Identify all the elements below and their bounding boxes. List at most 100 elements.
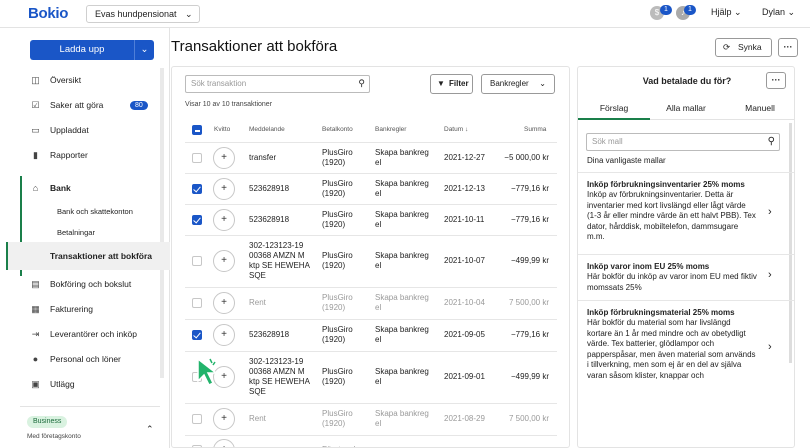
company-selector[interactable]: Evas hundpensionat ⌄: [86, 5, 200, 23]
row-checkbox[interactable]: [192, 330, 202, 340]
row-message: Rent: [249, 298, 266, 307]
sidebar-item-payroll[interactable]: ● Personal och löner: [0, 349, 160, 369]
sidebar-item-suppliers[interactable]: ⇥ Leverantörer och inköp: [0, 324, 160, 344]
user-menu[interactable]: Dylan ⌄: [762, 7, 795, 18]
chevron-down-icon: ⌄: [185, 9, 193, 19]
bank-rules-button[interactable]: Bankregler ⌄: [481, 74, 555, 94]
add-receipt-button[interactable]: +: [213, 250, 235, 272]
row-amount: 7 500,00 kr: [508, 298, 549, 307]
row-checkbox[interactable]: [192, 183, 202, 194]
sidebar-item-label: Översikt: [50, 75, 82, 85]
sidebar-item-label: Fakturering: [50, 304, 93, 314]
row-account: PlusGiro (1920): [322, 325, 353, 344]
sidebar-item-bank[interactable]: ⌂ Bank: [0, 178, 160, 198]
row-bankrule: Skapa bankreg el: [375, 367, 429, 386]
chevron-down-icon: ⌄: [539, 79, 546, 88]
tab-suggestions[interactable]: Förslag: [578, 96, 650, 120]
tab-manual[interactable]: Manuell: [724, 96, 794, 120]
help-menu[interactable]: Hjälp ⌄: [711, 7, 742, 18]
header-bankrules: Bankregler: [375, 126, 407, 133]
row-message: 302-123123-19 00368 AMZN Mktp SE HEWEHA SQ…: [249, 241, 310, 280]
bar-chart-icon: ▮: [33, 150, 38, 160]
transaction-search-input[interactable]: Sök transaktion ⚲: [185, 75, 370, 93]
row-account: PlusGiro (1920): [322, 209, 353, 229]
row-amount: −779,16 kr: [510, 330, 549, 339]
tab-all-templates[interactable]: Alla mallar: [650, 96, 722, 120]
template-description: Här bokför du inköp av varor inom EU med…: [587, 272, 757, 292]
sidebar-subitem-payments[interactable]: Betalningar: [57, 225, 95, 241]
upload-button[interactable]: Ladda upp ⌄: [30, 40, 154, 60]
row-message: transfer: [249, 152, 277, 162]
template-search-input[interactable]: Sök mall ⚲: [586, 133, 780, 151]
overview-icon: ◫: [31, 75, 40, 85]
folder-icon: ▭: [31, 125, 40, 135]
template-item[interactable]: Inköp förbrukningsmaterial 25% moms Här …: [578, 300, 794, 447]
more-options-button[interactable]: ···: [778, 38, 798, 57]
chevron-right-icon: ›: [768, 269, 772, 281]
add-receipt-button[interactable]: +: [213, 146, 235, 169]
invoice-icon: ▦: [31, 304, 40, 314]
sidebar-subitem-bank-accounts[interactable]: Bank och skattekonton: [57, 204, 133, 220]
row-checkbox[interactable]: [192, 298, 202, 308]
row-date: 2021-08-29: [444, 414, 485, 423]
sidebar-item-overview[interactable]: ◫ Översikt: [0, 70, 160, 90]
add-receipt-button[interactable]: +: [213, 324, 235, 346]
sidebar-item-expenses[interactable]: ▣ Utlägg: [0, 374, 160, 394]
template-item[interactable]: Inköp förbrukningsinventarier 25% moms I…: [578, 172, 794, 254]
template-description: Inköp av förbrukningsinventarier. Detta …: [587, 190, 756, 241]
sidebar-scrollbar[interactable]: [160, 68, 164, 378]
notification-badge: 1: [660, 5, 672, 15]
sidebar-item-invoicing[interactable]: ▦ Fakturering: [0, 299, 160, 319]
chevron-up-icon[interactable]: ⌃: [146, 424, 154, 435]
chevron-right-icon: ›: [768, 341, 772, 353]
row-bankrule: Skapa bankreg el: [375, 409, 429, 428]
row-checkbox[interactable]: [192, 214, 202, 225]
row-date: 2021-09-01: [444, 372, 485, 381]
template-title: Inköp varor inom EU 25% moms: [587, 262, 710, 271]
row-message: 302-123123-19 00368 AMZN Mktp SE HEWEHA SQ…: [249, 357, 310, 396]
bokio-logo[interactable]: Bokio: [28, 5, 68, 22]
sidebar-item-todo[interactable]: ☑ Saker att göra 80: [0, 95, 160, 115]
add-receipt-button[interactable]: +: [213, 408, 235, 430]
add-receipt-button[interactable]: +: [213, 208, 235, 231]
sidebar-item-bookkeeping[interactable]: ▤ Bokföring och bokslut: [0, 274, 160, 294]
template-search-placeholder: Sök mall: [592, 137, 623, 146]
filter-icon: ▼: [437, 79, 445, 88]
company-name: Evas hundpensionat: [95, 9, 177, 19]
row-account: PlusGiro (1920): [322, 251, 353, 270]
row-checkbox[interactable]: [192, 256, 202, 266]
sidebar-subitem-transactions[interactable]: Transaktioner att bokföra: [50, 248, 152, 264]
chevron-right-icon: ›: [768, 206, 772, 218]
template-panel-title: Vad betalade du för?: [642, 76, 732, 86]
sidebar-item-reports[interactable]: ▮ Rapporter: [0, 145, 160, 165]
row-checkbox[interactable]: [192, 152, 202, 163]
row-divider: [185, 173, 557, 174]
upload-dropdown-chevron-icon[interactable]: ⌄: [134, 40, 154, 60]
sync-label: Synka: [738, 42, 762, 52]
header-date[interactable]: Datum ↓: [444, 126, 468, 133]
row-account: PlusGiro (1920): [322, 409, 353, 428]
sidebar-item-label: Saker att göra: [50, 100, 104, 110]
row-date: 2021-12-13: [444, 183, 485, 193]
row-divider: [185, 235, 557, 236]
sync-button[interactable]: ⟳ Synka: [715, 38, 772, 57]
row-message: 523628918: [249, 214, 290, 224]
row-bankrule: Skapa bankreg el: [375, 293, 429, 312]
sidebar-item-uploaded[interactable]: ▭ Uppladdat: [0, 120, 160, 140]
row-amount: −499,99 kr: [510, 372, 549, 381]
filter-button[interactable]: ▼ Filter: [430, 74, 473, 94]
sync-icon: ⟳: [723, 42, 731, 52]
add-receipt-button[interactable]: +: [213, 292, 235, 314]
add-receipt-button[interactable]: +: [213, 177, 235, 200]
select-all-checkbox[interactable]: [192, 125, 202, 135]
page-title: Transaktioner att bokföra: [171, 38, 338, 55]
row-divider: [185, 435, 557, 436]
row-bankrule: Skapa bankreg el: [375, 325, 429, 344]
add-receipt-button[interactable]: +: [213, 439, 235, 447]
row-checkbox[interactable]: [192, 414, 202, 424]
template-item[interactable]: Inköp varor inom EU 25% moms Här bokför …: [578, 254, 794, 300]
header-message: Meddelande: [249, 126, 285, 133]
row-date: 2021-10-04: [444, 298, 485, 307]
template-panel-more-button[interactable]: ···: [766, 72, 786, 89]
top-bar: Bokio Evas hundpensionat ⌄ $ 1 ♪ 1 Hjälp…: [0, 0, 810, 28]
